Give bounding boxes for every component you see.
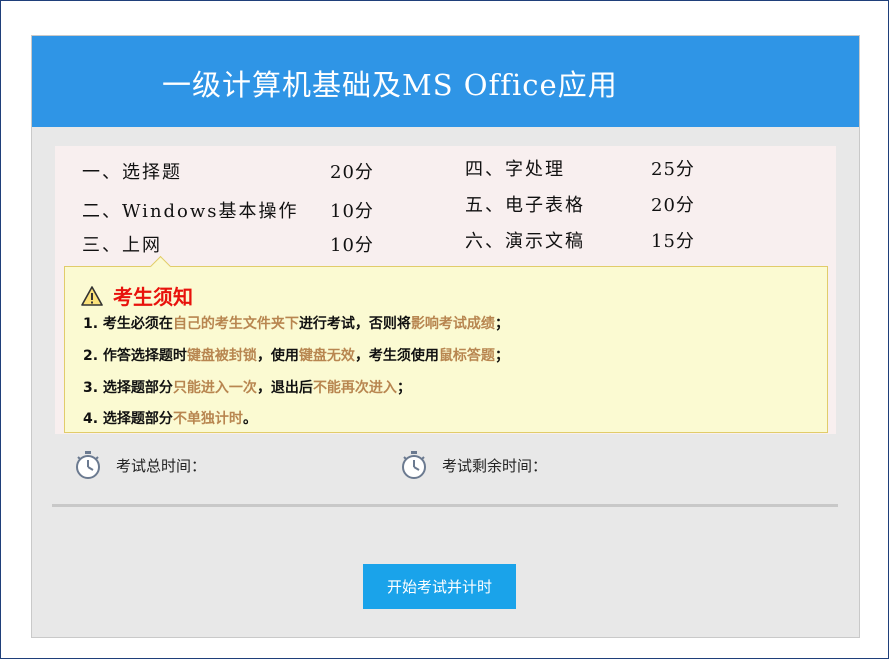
divider-line bbox=[52, 504, 838, 507]
rule-text: ，退出后 bbox=[256, 380, 313, 396]
score-item-name: 六、演示文稿 bbox=[465, 231, 585, 252]
score-item-name: 一、选择题 bbox=[82, 162, 182, 183]
notice-rule-4: 4. 选择题部分不单独计时。 bbox=[83, 408, 257, 428]
rule-highlight: 影响考试成绩 bbox=[410, 316, 495, 332]
stopwatch-icon bbox=[402, 451, 426, 479]
notice-rule-3: 3. 选择题部分只能进入一次，退出后不能再次进入； bbox=[83, 377, 411, 397]
rule-highlight: 只能进入一次 bbox=[172, 380, 257, 396]
timer-row: 考试总时间： 考试剩余时间： bbox=[74, 450, 834, 486]
exam-panel: 一级计算机基础及MS Office应用 一、选择题 20分 二、Windows基… bbox=[31, 35, 860, 638]
start-exam-button[interactable]: 开始考试并计时 bbox=[363, 564, 516, 609]
remaining-time: 考试剩余时间： bbox=[400, 450, 547, 480]
header-bar: 一级计算机基础及MS Office应用 bbox=[32, 36, 859, 127]
exam-title: 一级计算机基础及MS Office应用 bbox=[162, 68, 618, 102]
score-item-points: 10分 bbox=[330, 235, 374, 256]
score-item-name: 四、字处理 bbox=[465, 159, 565, 180]
total-time: 考试总时间： bbox=[74, 450, 206, 480]
score-item-points: 15分 bbox=[651, 231, 695, 252]
rule-highlight: 自己的考生文件夹下 bbox=[172, 316, 299, 332]
rule-text: ； bbox=[494, 348, 509, 364]
exam-notice-box: 考生须知 1. 考生必须在自己的考生文件夹下进行考试，否则将影响考试成绩； 2.… bbox=[64, 255, 828, 433]
rule-text: 1. 考生必须在 bbox=[83, 316, 173, 332]
score-item-points: 25分 bbox=[651, 159, 695, 180]
score-item-name: 五、电子表格 bbox=[465, 195, 585, 216]
rule-highlight: 键盘无效 bbox=[298, 348, 355, 364]
notice-heading: 考生须知 bbox=[81, 281, 193, 310]
rule-text: 3. 选择题部分 bbox=[83, 380, 173, 396]
stopwatch-icon bbox=[76, 451, 100, 479]
score-item-points: 20分 bbox=[330, 162, 374, 183]
rule-text: ； bbox=[494, 316, 509, 332]
rule-text: 4. 选择题部分 bbox=[83, 411, 173, 427]
score-item-points: 10分 bbox=[330, 201, 374, 222]
rule-highlight: 不能再次进入 bbox=[312, 380, 397, 396]
rule-highlight: 鼠标答题 bbox=[438, 348, 495, 364]
score-item-name: 三、上网 bbox=[82, 235, 162, 256]
notice-rule-2: 2. 作答选择题时键盘被封锁，使用键盘无效，考生须使用鼠标答题； bbox=[83, 345, 509, 365]
total-time-label: 考试总时间： bbox=[116, 456, 207, 475]
remaining-time-label: 考试剩余时间： bbox=[442, 456, 548, 475]
warning-triangle-icon bbox=[81, 285, 103, 306]
rule-text: 2. 作答选择题时 bbox=[83, 348, 187, 364]
rule-highlight: 键盘被封锁 bbox=[186, 348, 257, 364]
window-frame: 一级计算机基础及MS Office应用 一、选择题 20分 二、Windows基… bbox=[0, 0, 889, 659]
rule-text: ； bbox=[396, 380, 411, 396]
notice-rule-1: 1. 考生必须在自己的考生文件夹下进行考试，否则将影响考试成绩； bbox=[83, 313, 509, 333]
rule-text: 。 bbox=[242, 411, 257, 427]
score-item-name: 二、Windows基本操作 bbox=[82, 201, 299, 222]
rule-highlight: 不单独计时 bbox=[172, 411, 243, 427]
score-item-points: 20分 bbox=[651, 195, 695, 216]
rule-text: ，使用 bbox=[256, 348, 299, 364]
rule-text: 进行考试，否则将 bbox=[298, 316, 411, 332]
rule-text: ，考生须使用 bbox=[354, 348, 439, 364]
notice-title: 考生须知 bbox=[113, 285, 193, 309]
